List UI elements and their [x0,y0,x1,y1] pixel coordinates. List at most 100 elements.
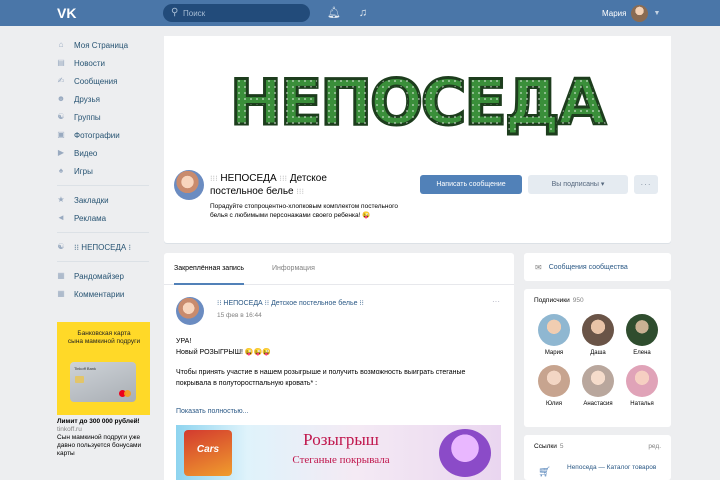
subscriber[interactable]: Мария [532,314,576,356]
group-avatar[interactable] [174,170,204,200]
cars-logo: Cars [184,430,232,476]
ad-banner[interactable]: Банковская карта сына мамкиной подруги T… [57,322,150,415]
search-box[interactable]: ⚲ [163,4,310,22]
nav-item-games[interactable]: ♠ Игры [55,162,155,180]
messages-icon: ✍︎ [57,76,65,85]
search-icon: ⚲ [171,7,179,18]
show-more-link[interactable]: Показать полностью... [176,408,249,415]
post-author[interactable]: ⁝⁝ НЕПОСЕДА ⁝⁝ Детское постельное белье … [217,299,477,307]
ad-headline: Лимит до 300 000 рублей! [57,418,140,425]
nav-item-messages[interactable]: ✍︎ Сообщения [55,72,155,90]
nav-item-bookmarks[interactable]: ★ Закладки [55,191,155,209]
news-icon: ▤ [57,58,65,67]
subscriber[interactable]: Наталья [620,365,664,407]
group-status: Порадуйте стопроцентно-хлопковым комплек… [210,203,398,219]
nav-item-groups[interactable]: ☯ Группы [55,108,155,126]
ad-title: Банковская карта сына мамкиной подруги [67,330,141,345]
cover-title-texture: НЕПОСЕДА [230,66,606,139]
subscriber[interactable]: Юлия [532,365,576,407]
wall-post: ⁝⁝ НЕПОСЕДА ⁝⁝ Детское постельное белье … [164,285,514,480]
links-header[interactable]: Ссылки 5 [534,443,564,450]
subscribed-button[interactable]: Вы подписаны ▾ [528,175,628,194]
star-icon: ★ [57,195,65,204]
subscriber[interactable]: Елена [620,314,664,356]
card-chip [75,376,84,383]
avatar [582,314,614,346]
ad-text[interactable]: Лимит до 300 000 рублей! tinkoff.ru Сын … [57,418,152,458]
user-name: Мария [602,8,627,18]
music-icon[interactable]: ♫ [356,5,370,21]
group-name: ⁝⁝⁝ НЕПОСЕДА ⁝⁝⁝ Детское постельное бель… [210,173,327,197]
group-icon: ☯ [57,242,65,251]
nav-item-photos[interactable]: ▣ Фотографии [55,126,155,144]
avatar [582,365,614,397]
edit-links-link[interactable]: ред. [648,443,661,450]
app-icon: ▦ [57,289,65,298]
nav-item-ads[interactable]: ◄ Реклама [55,209,155,227]
avatar [538,314,570,346]
video-icon: ▶ [57,148,65,157]
friends-icon: ☻ [56,94,66,103]
tab-pinned-post[interactable]: Закреплённая запись [174,253,245,285]
write-message-button[interactable]: Написать сообщение [420,175,522,194]
ad-domain: tinkoff.ru [57,426,82,433]
banner-subtitle: Стеганые покрывала [292,454,390,466]
nav-item-video[interactable]: ▶ Видео [55,144,155,162]
post-text: УРА! Новый РОЗЫГРЫШ! 😜😜😜 Чтобы принять у… [176,338,466,387]
tab-info[interactable]: Информация [272,253,315,285]
subscribers-grid: Мария Даша Елена Юлия Анастасия Наталья [532,314,664,407]
games-icon: ♠ [58,166,64,175]
groups-icon: ☯ [57,112,65,121]
home-icon: ⌂ [58,40,64,49]
photos-icon: ▣ [57,130,65,139]
nav-item-news[interactable]: ▤ Новости [55,54,155,72]
cart-icon: 🛒︎ [538,467,551,478]
links-count: 5 [559,443,564,450]
community-messages-link[interactable]: ✉ Сообщения сообщества [524,253,671,281]
chevron-down-icon: ▼ [653,9,661,17]
banner-title: Розыгрыш [303,430,379,449]
app-icon: ▦ [57,271,65,280]
links-block: Ссылки 5 ред. 🛒︎ Непоседа — Каталог товар… [524,435,671,480]
nav-item-randomizer[interactable]: ▦ Рандомайзер [55,267,155,285]
nav-divider [57,261,149,262]
subscribers-block: Подписчики 950 Мария Даша Елена Юлия Анас… [524,289,671,427]
search-input[interactable] [183,6,303,20]
mastercard-icon [119,390,131,397]
avatar [626,365,658,397]
more-actions-button[interactable]: ··· [634,175,658,194]
link-title[interactable]: Непоседа — Каталог товаров [567,464,667,472]
chat-icon: ✉ [535,262,542,272]
bank-card-image: Tinkoff Bank [70,362,136,402]
vk-logo[interactable]: VK [57,5,79,21]
bell-icon[interactable]: 🔔︎ [327,5,341,21]
nav-item-group-neposeda[interactable]: ☯ ⁝⁝ НЕПОСЕДА ⁝ [55,238,155,256]
chevron-down-icon: ▾ [600,181,605,188]
princess-logo [439,429,491,477]
nav-item-friends[interactable]: ☻ Друзья [55,90,155,108]
group-name-main: НЕПОСЕДА [220,173,277,184]
nav-divider [57,185,149,186]
subscribers-header[interactable]: Подписчики 950 [534,297,584,304]
post-image[interactable]: Cars Розыгрыш Стеганые покрывала [176,425,501,480]
cover-image: НЕПОСЕДА НЕПОСЕДА [164,36,671,161]
nav-item-my-page[interactable]: ⌂ Моя Страница [55,36,155,54]
nav-item-comments[interactable]: ▦ Комментарии [55,285,155,303]
post-author-avatar[interactable] [176,297,204,325]
subscribers-count: 950 [572,297,584,304]
subscriber[interactable]: Анастасия [576,365,620,407]
wall-tabs: Закреплённая запись Информация [164,253,514,285]
left-nav: ⌂ Моя Страница ▤ Новости ✍︎ Сообщения ☻ Друз… [55,36,155,303]
avatar [631,4,649,22]
nav-divider [57,232,149,233]
avatar [538,365,570,397]
post-date[interactable]: 15 фев в 16:44 [217,312,262,319]
user-menu[interactable]: Мария ▼ [602,3,660,23]
subscriber[interactable]: Даша [576,314,620,356]
ad-description: Сын мамкиной подруги уже давно пользуетс… [57,434,142,457]
card-brand: Tinkoff Bank [74,366,97,371]
ads-icon: ◄ [57,213,65,222]
group-header: НЕПОСЕДА НЕПОСЕДА ⁝⁝⁝ НЕПОСЕДА ⁝⁝⁝ Детск… [164,36,671,243]
post-menu-button[interactable]: ··· [492,297,500,306]
top-bar: VK ⚲ 🔔︎ ♫ Мария ▼ [0,0,720,26]
